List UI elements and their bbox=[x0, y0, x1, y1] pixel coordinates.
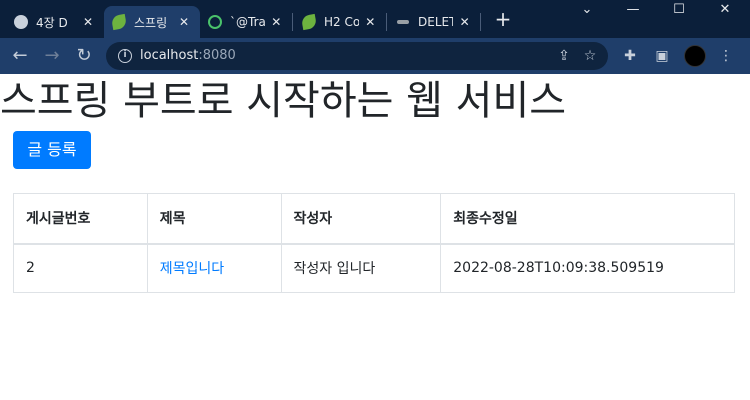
back-arrow-icon[interactable]: ← bbox=[8, 44, 32, 68]
minimize-icon[interactable]: — bbox=[610, 0, 656, 22]
url-host: localhost bbox=[140, 48, 199, 63]
post-title-link[interactable]: 제목입니다 bbox=[160, 261, 224, 277]
share-icon[interactable]: ⇪ bbox=[554, 46, 574, 66]
menu-kebab-icon[interactable]: ⋮ bbox=[716, 46, 736, 66]
column-header-title: 제목 bbox=[146, 193, 282, 245]
posts-table: 게시글번호 제목 작성자 최종수정일 2 제목입니다 작성자 입니다 2022-… bbox=[13, 193, 735, 293]
close-icon[interactable]: ✕ bbox=[269, 15, 284, 29]
url-port: :8080 bbox=[198, 48, 236, 63]
spring-leaf-icon bbox=[110, 13, 128, 31]
extensions-puzzle-icon[interactable]: ✚ bbox=[620, 46, 640, 66]
tab-delete[interactable]: DELET ✕ bbox=[388, 6, 480, 38]
new-tab-button[interactable]: + bbox=[492, 8, 514, 30]
tab-h2-console[interactable]: H2 Co ✕ bbox=[294, 6, 386, 38]
tab-title: H2 Co bbox=[324, 15, 359, 29]
table-row: 2 제목입니다 작성자 입니다 2022-08-28T10:09:38.5095… bbox=[13, 243, 735, 293]
maximize-icon[interactable]: ☐ bbox=[656, 0, 702, 22]
column-header-author: 작성자 bbox=[280, 193, 442, 245]
tab-spring-active[interactable]: 스프링 ✕ bbox=[104, 6, 200, 38]
tab-divider bbox=[292, 13, 293, 31]
dots-icon bbox=[396, 15, 410, 29]
table-header-row: 게시글번호 제목 작성자 최종수정일 bbox=[13, 193, 735, 245]
tab-title: 스프링 bbox=[134, 15, 168, 30]
close-icon[interactable]: ✕ bbox=[80, 15, 96, 29]
bookmark-star-icon[interactable]: ☆ bbox=[580, 46, 600, 66]
side-panel-icon[interactable]: ▣ bbox=[652, 46, 672, 66]
page-title: 스프링 부트로 시작하는 웹 서비스 bbox=[0, 78, 567, 124]
close-icon[interactable]: ✕ bbox=[176, 15, 192, 29]
q-circle-icon bbox=[208, 15, 222, 29]
globe-icon bbox=[14, 15, 28, 29]
forward-arrow-icon[interactable]: → bbox=[40, 44, 64, 68]
close-icon[interactable]: ✕ bbox=[457, 15, 472, 29]
tab-search-chevron-icon[interactable]: ⌄ bbox=[564, 0, 610, 22]
tab-title: DELET bbox=[418, 15, 454, 29]
tab-divider bbox=[386, 13, 387, 31]
info-icon[interactable]: i bbox=[118, 49, 132, 63]
address-bar[interactable]: i localhost:8080 ⇪ ☆ bbox=[106, 42, 608, 70]
profile-avatar[interactable] bbox=[684, 45, 706, 67]
spring-leaf-icon bbox=[300, 13, 318, 31]
column-header-modified-date: 최종수정일 bbox=[440, 193, 735, 245]
cell-title: 제목입니다 bbox=[146, 243, 282, 293]
register-post-button[interactable]: 글 등록 bbox=[13, 131, 91, 169]
close-icon[interactable]: ✕ bbox=[363, 15, 378, 29]
tab-title: 4장 D bbox=[36, 15, 68, 30]
column-header-post-number: 게시글번호 bbox=[13, 193, 148, 245]
reload-icon[interactable]: ↻ bbox=[72, 44, 96, 68]
browser-tab-strip: 4장 D ✕ 스프링 ✕ `@Tra ✕ H2 Co ✕ DELET ✕ + ⌄… bbox=[0, 0, 750, 38]
tab-transactional[interactable]: `@Tra ✕ bbox=[200, 6, 292, 38]
tab-4장[interactable]: 4장 D ✕ bbox=[6, 6, 104, 38]
browser-toolbar: ← → ↻ i localhost:8080 ⇪ ☆ ✚ ▣ ⋮ bbox=[0, 38, 750, 74]
cell-author: 작성자 입니다 bbox=[280, 243, 442, 293]
tab-title: `@Tra bbox=[230, 15, 265, 29]
tab-divider bbox=[480, 13, 481, 31]
cell-modified-date: 2022-08-28T10:09:38.509519 bbox=[440, 243, 735, 293]
window-close-icon[interactable]: ✕ bbox=[702, 0, 748, 22]
url-text[interactable]: localhost:8080 bbox=[140, 48, 236, 63]
cell-post-number: 2 bbox=[13, 243, 148, 293]
